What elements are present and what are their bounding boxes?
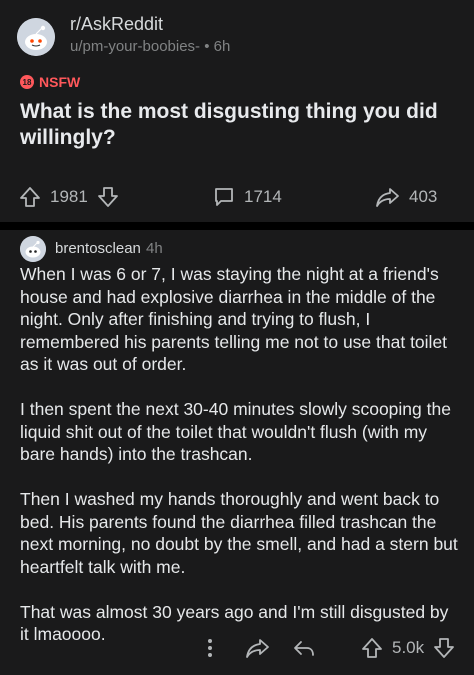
comment-age: 4h (146, 240, 163, 257)
subreddit-name[interactable]: r/AskReddit (70, 14, 163, 35)
more-options-button[interactable] (200, 633, 220, 663)
upvote-icon (362, 638, 382, 658)
comment-icon (215, 188, 233, 206)
nsfw-tag: 18 NSFW (20, 74, 80, 90)
subreddit-avatar[interactable] (17, 18, 55, 56)
share-icon (246, 639, 269, 658)
nsfw-label: NSFW (39, 74, 81, 90)
post-vote-group: 1981 (18, 183, 120, 211)
comment-body: When I was 6 or 7, I was staying the nig… (20, 263, 458, 668)
post-title[interactable]: What is the most disgusting thing you di… (20, 99, 460, 151)
comment-downvote-button[interactable] (432, 636, 456, 660)
comment-count: 1714 (244, 187, 282, 206)
comment-avatar[interactable] (20, 236, 46, 262)
upvote-count: 1981 (50, 187, 88, 206)
upvote-icon (20, 187, 40, 207)
reply-icon (294, 641, 314, 656)
nsfw-18-icon: 18 (20, 75, 34, 89)
more-icon (208, 639, 212, 657)
comment-paragraph: Then I washed my hands thoroughly and we… (20, 489, 458, 577)
downvote-icon (97, 187, 118, 207)
comment: brentosclean 4h When I was 6 or 7, I was… (0, 230, 474, 675)
downvote-icon (434, 638, 455, 658)
comment-share-button[interactable] (245, 633, 271, 663)
share-count: 403 (409, 187, 438, 206)
comments-button[interactable]: 1714 (212, 183, 282, 211)
snoo-avatar-icon (20, 236, 46, 262)
comment-upvote-button[interactable] (360, 636, 384, 660)
snoo-icon (17, 18, 55, 56)
comment-paragraph: When I was 6 or 7, I was staying the nig… (20, 264, 448, 374)
share-icon (376, 188, 399, 207)
post-meta[interactable]: u/pm-your-boobies- • 6h (70, 38, 230, 55)
comment-score: 5.0k (392, 638, 425, 657)
share-button[interactable]: 403 (375, 183, 437, 211)
downvote-button[interactable] (96, 185, 120, 209)
comment-vote-group: 5.0k (360, 633, 456, 663)
section-divider (0, 222, 474, 230)
upvote-button[interactable] (18, 185, 42, 209)
reply-button[interactable] (292, 633, 316, 663)
comment-author[interactable]: brentosclean (55, 240, 141, 257)
comment-paragraph: I then spent the next 30-40 minutes slow… (20, 399, 451, 464)
post-card: r/AskReddit u/pm-your-boobies- • 6h 18 N… (0, 0, 474, 222)
